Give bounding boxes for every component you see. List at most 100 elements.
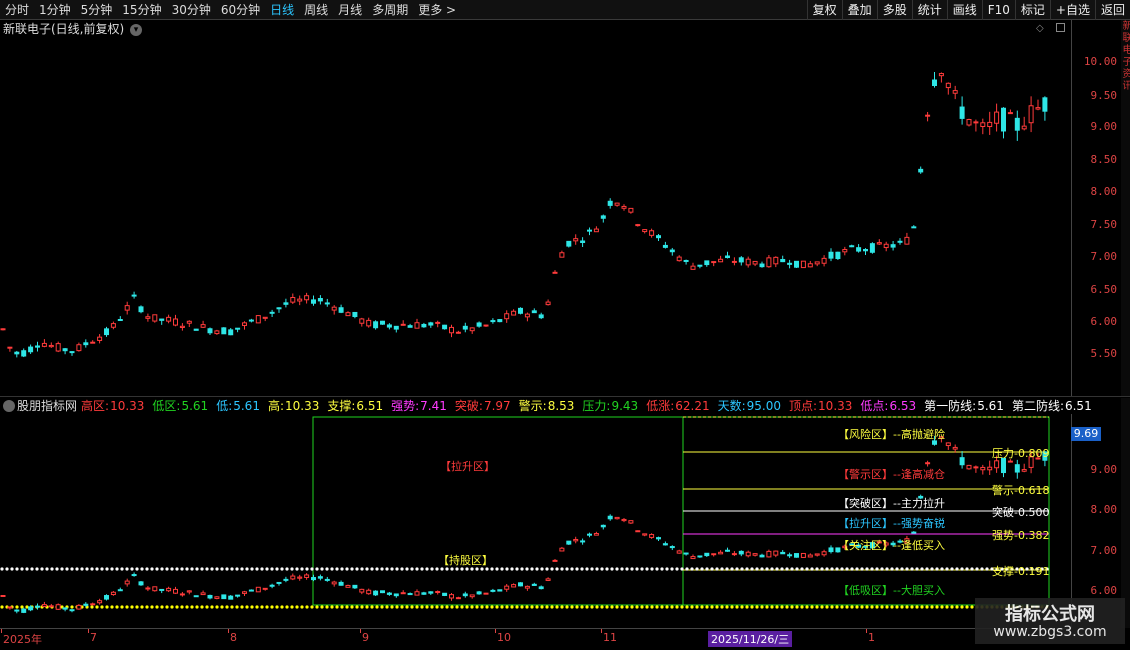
candle-body bbox=[952, 90, 958, 94]
price-tick: 8.00 bbox=[1090, 185, 1118, 198]
info-side-strip[interactable]: 新联电子资讯 bbox=[1121, 20, 1130, 396]
support-dot bbox=[85, 567, 89, 571]
candle-body bbox=[455, 597, 461, 600]
defense-dot bbox=[345, 605, 349, 609]
toolbar-button[interactable]: F10 bbox=[981, 0, 1015, 20]
period-tab[interactable]: 15分钟 bbox=[117, 0, 166, 20]
candle-body bbox=[635, 224, 641, 227]
candle-body bbox=[7, 346, 13, 349]
support-dot bbox=[125, 567, 129, 571]
toolbar-button[interactable]: 返回 bbox=[1094, 0, 1130, 20]
support-dot bbox=[635, 567, 639, 571]
chevron-down-icon[interactable] bbox=[3, 399, 15, 412]
support-dot bbox=[985, 567, 989, 571]
defense-dot bbox=[810, 605, 814, 609]
candle-body bbox=[421, 323, 427, 328]
defense-dot bbox=[425, 605, 429, 609]
support-dot bbox=[250, 567, 254, 571]
period-tab[interactable]: 更多 > bbox=[413, 0, 461, 20]
indicator-field-label: 高: bbox=[267, 399, 284, 413]
period-tab[interactable]: 60分钟 bbox=[216, 0, 265, 20]
watermark-site: www.zbgs3.com bbox=[993, 624, 1107, 640]
defense-dot bbox=[470, 605, 474, 609]
toolbar-button[interactable]: 标记 bbox=[1014, 0, 1050, 20]
support-dot bbox=[945, 567, 949, 571]
defense-dot bbox=[935, 605, 939, 609]
toolbar-button[interactable]: +自选 bbox=[1049, 0, 1095, 20]
candle-body bbox=[932, 79, 937, 87]
candle-body bbox=[262, 316, 268, 319]
defense-dot bbox=[445, 605, 449, 609]
toolbar-button[interactable]: 画线 bbox=[946, 0, 982, 20]
support-dot bbox=[330, 567, 334, 571]
candle-body bbox=[207, 594, 213, 599]
period-tab[interactable]: 5分钟 bbox=[76, 0, 118, 20]
defense-dot bbox=[700, 605, 704, 609]
defense-dot bbox=[430, 605, 434, 609]
support-dot bbox=[535, 567, 539, 571]
indicator-field-label: 第一防线: bbox=[924, 399, 977, 413]
indicator-field-value: 62.21 bbox=[675, 399, 710, 413]
candle-body bbox=[745, 258, 751, 266]
defense-dot bbox=[510, 605, 514, 609]
defense-dot bbox=[305, 605, 309, 609]
defense-dot bbox=[385, 605, 389, 609]
support-dot bbox=[795, 567, 799, 571]
toolbar-button[interactable]: 复权 bbox=[806, 0, 842, 20]
candle-body bbox=[780, 258, 786, 263]
candle-body bbox=[55, 604, 61, 610]
toolbar-button[interactable]: 叠加 bbox=[841, 0, 877, 20]
indicator-field-label: 压力: bbox=[582, 399, 611, 413]
candlestick-chart[interactable] bbox=[0, 20, 1070, 395]
support-dot bbox=[50, 567, 54, 571]
candle-body bbox=[621, 518, 627, 522]
candle-body bbox=[1007, 460, 1013, 463]
period-tab[interactable]: 多周期 bbox=[367, 0, 413, 20]
support-dot bbox=[255, 567, 259, 571]
support-dot bbox=[785, 567, 789, 571]
support-dot bbox=[860, 567, 864, 571]
defense-dot bbox=[330, 605, 334, 609]
defense-dot bbox=[895, 605, 899, 609]
candle-body bbox=[635, 530, 641, 533]
candle-body bbox=[255, 586, 261, 593]
candle-body bbox=[269, 311, 275, 314]
candle-body bbox=[276, 581, 282, 584]
defense-dot bbox=[785, 605, 789, 609]
period-tab[interactable]: 日线 bbox=[265, 0, 299, 20]
candle-body bbox=[869, 243, 875, 253]
period-tab[interactable]: 周线 bbox=[299, 0, 333, 20]
support-dot bbox=[510, 567, 514, 571]
defense-dot bbox=[190, 605, 194, 609]
toolbar-button[interactable]: 统计 bbox=[911, 0, 947, 20]
candle-body bbox=[117, 589, 123, 592]
support-dot bbox=[95, 567, 99, 571]
indicator-field-label: 强势: bbox=[391, 399, 420, 413]
candle-body bbox=[607, 200, 613, 206]
support-dot bbox=[100, 567, 104, 571]
period-tab[interactable]: 30分钟 bbox=[167, 0, 216, 20]
toolbar-button[interactable]: 多股 bbox=[876, 0, 912, 20]
defense-dot bbox=[120, 605, 124, 609]
period-tabs: 分时 1分钟 5分钟 15分钟 30分钟 60分钟 日线 周线 月线 多周期 更多 > bbox=[0, 0, 461, 20]
candle-body bbox=[938, 73, 944, 77]
support-dot bbox=[65, 567, 69, 571]
period-tab[interactable]: 1分钟 bbox=[34, 0, 76, 20]
candle-body bbox=[773, 256, 779, 265]
support-dot bbox=[820, 567, 824, 571]
candle-body bbox=[469, 327, 475, 332]
defense-dot bbox=[570, 605, 574, 609]
candle-body bbox=[918, 168, 924, 173]
candle-body bbox=[373, 321, 379, 329]
support-dot bbox=[430, 567, 434, 571]
candle-body bbox=[504, 313, 510, 320]
defense-dot bbox=[770, 605, 774, 609]
candle-body bbox=[483, 324, 489, 327]
defense-dot bbox=[265, 605, 269, 609]
period-tab[interactable]: 分时 bbox=[0, 0, 34, 20]
defense-dot bbox=[630, 605, 634, 609]
date-tick-mark bbox=[88, 629, 89, 633]
period-tab[interactable]: 月线 bbox=[333, 0, 367, 20]
price-tick: 9.00 bbox=[1090, 120, 1118, 133]
defense-dot bbox=[0, 605, 4, 609]
